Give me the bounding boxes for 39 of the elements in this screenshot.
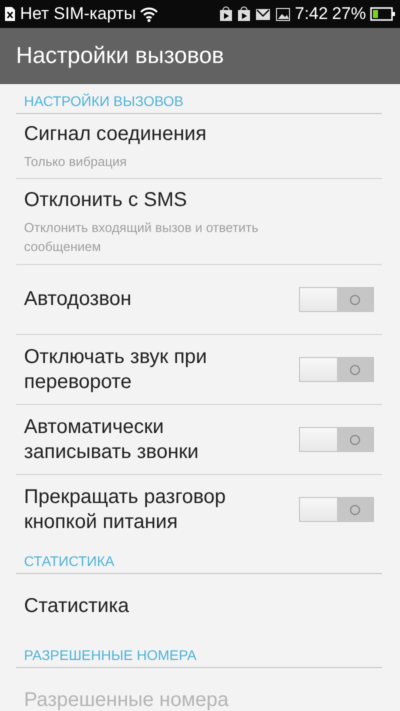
setting-summary: Отклонить входящий вызов и ответить сообщением [24, 218, 260, 256]
toggle-switch[interactable] [299, 427, 374, 452]
screen-title: Настройки вызовов [16, 42, 224, 69]
settings-row[interactable]: Автоматически записывать звонки [16, 404, 382, 474]
settings-row[interactable]: Автодозвон [16, 264, 382, 334]
settings-row[interactable]: Прекращать разговор кнопкой питания [16, 474, 382, 544]
setting-title: Прекращать разговор кнопкой питания [24, 484, 227, 534]
settings-row[interactable]: Отклонить с SMS Отклонить входящий вызов и ответить сообщением [16, 178, 382, 264]
mail-icon [254, 6, 271, 22]
setting-title: Отключать звук при перевороте [24, 344, 208, 394]
clock-text: 7:42 [294, 4, 328, 24]
battery-icon [370, 6, 396, 22]
carrier-text: Нет SIM-карты [20, 4, 136, 24]
circle-icon [348, 364, 361, 376]
wifi-icon [140, 6, 158, 22]
toggle-switch[interactable] [299, 497, 374, 522]
battery-percent-text: 27% [332, 4, 366, 24]
setting-title: Автодозвон [24, 287, 132, 312]
setting-summary: Только вибрация [24, 152, 128, 170]
section-header: НАСТРОЙКИ ВЫЗОВОВ [16, 84, 382, 114]
section-header: СТАТИСТИКА [16, 544, 382, 574]
image-icon [274, 6, 291, 22]
setting-title: Сигнал соединения [24, 122, 208, 146]
section-header: РАЗРЕШЕННЫЕ НОМЕРА [16, 638, 382, 668]
settings-row[interactable]: Отключать звук при перевороте [16, 334, 382, 404]
circle-icon [348, 504, 361, 516]
settings-row[interactable]: Сигнал соединения Только вибрация [16, 114, 382, 178]
toggle-switch[interactable] [299, 287, 374, 312]
setting-title: Автоматически записывать звонки [24, 414, 200, 464]
setting-title: Отклонить с SMS [24, 188, 188, 212]
circle-icon [348, 294, 361, 306]
store-icon [218, 6, 233, 22]
no-sim-icon [4, 6, 16, 22]
setting-title: Разрешенные номера [24, 688, 230, 711]
store-icon [236, 6, 251, 22]
circle-icon [348, 434, 361, 446]
toggle-switch[interactable] [299, 357, 374, 382]
settings-row[interactable]: Статистика [16, 574, 382, 638]
setting-title: Статистика [24, 594, 130, 618]
